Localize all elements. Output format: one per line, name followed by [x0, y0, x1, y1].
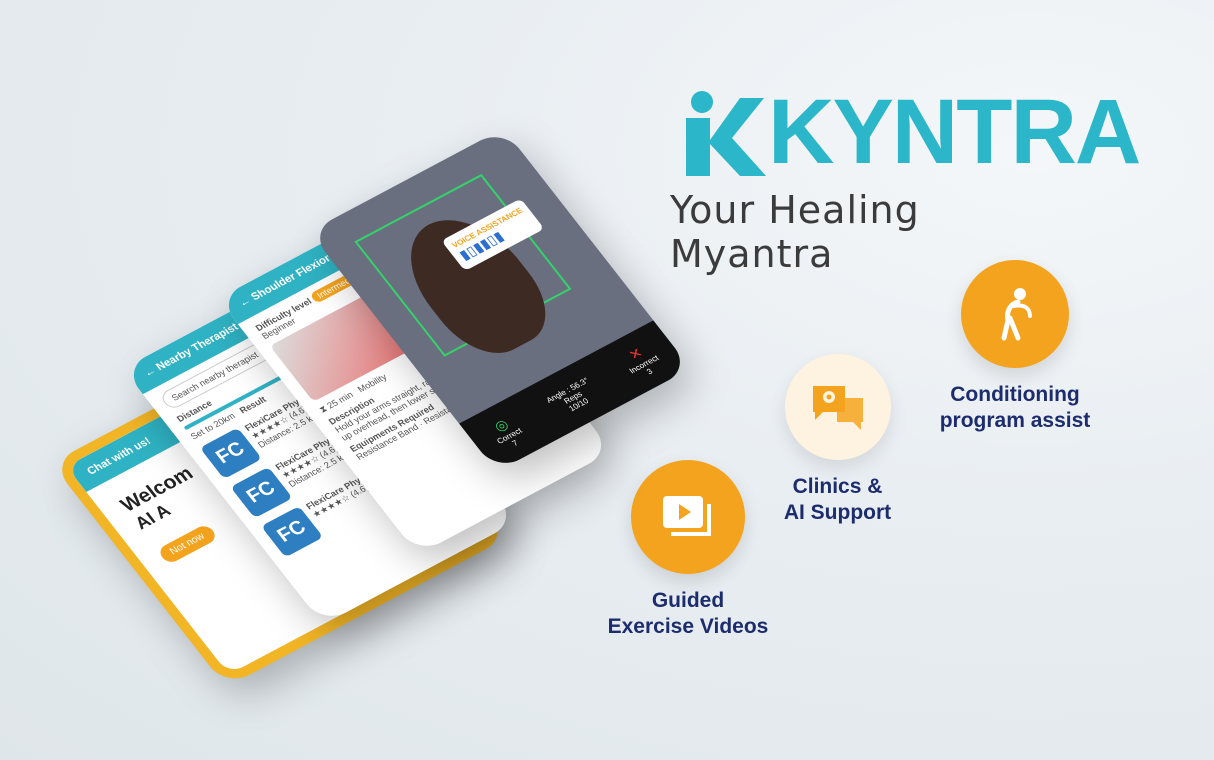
feature-label-line2: program assist — [939, 409, 1091, 432]
feature-clinics: Clinics & AI Support — [770, 354, 905, 526]
feature-label-line1: Clinics & — [792, 475, 883, 498]
correct-count: 7 — [510, 438, 520, 448]
feature-conditioning: Conditioning program assist — [920, 260, 1110, 434]
phones-mockup: Chat with us! Welcom AI A Not now ← Near… — [51, 110, 730, 688]
brand-name: KYNTRA — [768, 81, 1141, 183]
brand-logo: KYNTRA — [680, 80, 1141, 182]
map-pin-chat-icon — [812, 386, 863, 430]
incorrect-count: 3 — [644, 366, 655, 376]
stretching-person-icon — [1001, 288, 1032, 341]
chat-not-now-button[interactable]: Not now — [156, 523, 219, 566]
feature-label-line1: Conditioning — [950, 383, 1080, 406]
feature-label-line2: AI Support — [783, 501, 892, 524]
